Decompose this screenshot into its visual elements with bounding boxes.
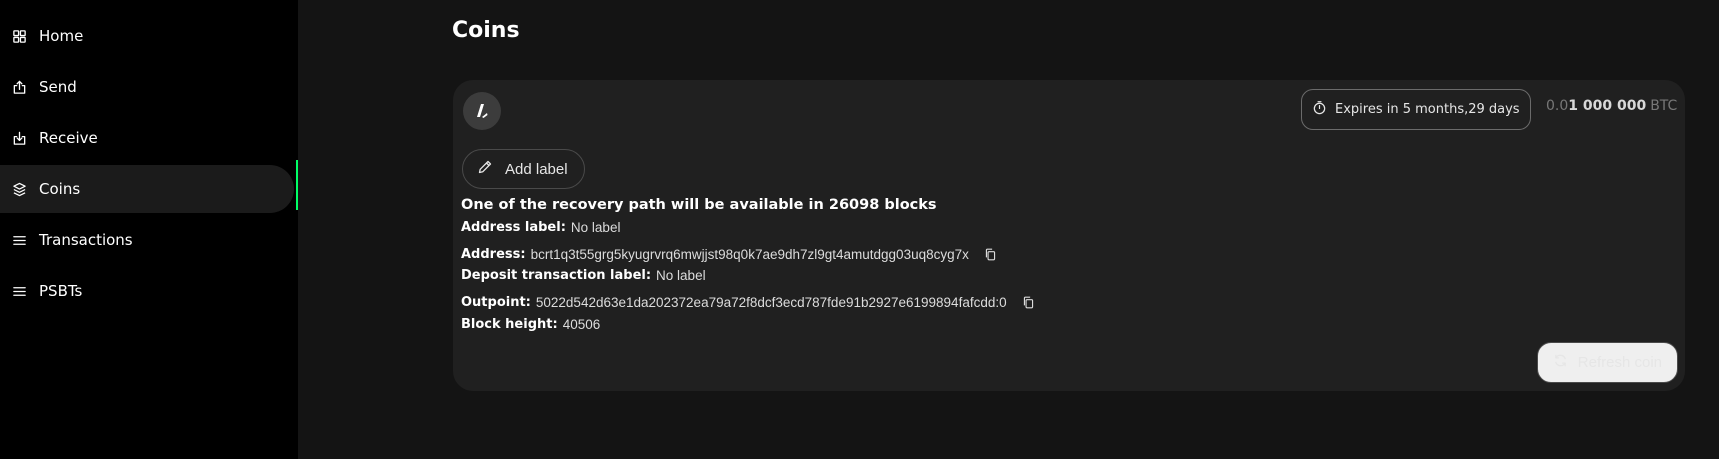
sidebar-item-coins[interactable]: Coins (0, 165, 294, 213)
expiry-text: Expires in 5 months,29 days (1335, 102, 1520, 117)
sidebar-item-label: Coins (39, 180, 81, 198)
add-label-button[interactable]: Add label (462, 149, 585, 189)
copy-address-icon[interactable] (980, 244, 1002, 264)
block-height-key: Block height: (461, 317, 558, 332)
address-key: Address: (461, 246, 526, 262)
sidebar-item-label: Transactions (39, 231, 133, 249)
expiry-badge: Expires in 5 months,29 days (1301, 89, 1531, 130)
receive-icon (12, 131, 27, 146)
grid-icon (12, 29, 27, 44)
wallet-logo-icon (463, 92, 501, 130)
amount-strong-part: 1 000 000 (1568, 98, 1647, 114)
copy-outpoint-icon[interactable] (1018, 292, 1040, 312)
address-row: Address: bcrt1q3t55grg5kyugrvrq6mwjjst98… (461, 244, 1002, 264)
refresh-icon (1553, 353, 1568, 372)
address-value: bcrt1q3t55grg5kyugrvrq6mwjjst98q0k7ae9dh… (530, 246, 969, 262)
coin-amount: 0.01 000 000 BTC (1546, 98, 1677, 114)
recovery-message: One of the recovery path will be availab… (461, 197, 937, 213)
sidebar-item-label: Receive (39, 129, 98, 147)
sidebar-item-label: PSBTs (39, 282, 83, 300)
outpoint-value: 5022d542d63e1da202372ea79a72f8dcf3ecd787… (535, 294, 1007, 310)
pencil-icon (477, 159, 493, 179)
sidebar-item-home[interactable]: Home (0, 12, 294, 60)
refresh-coin-text: Refresh coin (1577, 354, 1662, 371)
amount-unit: BTC (1650, 98, 1678, 114)
address-label-value: No label (570, 220, 621, 235)
address-label-row: Address label: No label (461, 220, 620, 235)
sidebar-item-psbts[interactable]: PSBTs (0, 267, 294, 315)
address-label-key: Address label: (461, 220, 566, 235)
sidebar-item-transactions[interactable]: Transactions (0, 216, 294, 264)
timer-icon (1312, 100, 1327, 119)
block-height-row: Block height: 40506 (461, 317, 600, 332)
sidebar: Home Send Receive Coins Transactions PSB… (0, 0, 298, 459)
app-window: Home Send Receive Coins Transactions PSB… (0, 0, 1719, 459)
amount-dim-part: 0.0 (1546, 98, 1569, 114)
page-title: Coins (452, 18, 520, 43)
refresh-coin-button[interactable]: Refresh coin (1536, 342, 1678, 383)
list-icon (12, 233, 27, 248)
sidebar-item-receive[interactable]: Receive (0, 114, 294, 162)
list-icon (12, 284, 27, 299)
deposit-label-key: Deposit transaction label: (461, 268, 652, 283)
deposit-label-value: No label (656, 268, 706, 283)
outpoint-row: Outpoint: 5022d542d63e1da202372ea79a72f8… (461, 292, 1040, 312)
add-label-text: Add label (505, 160, 568, 178)
sidebar-item-label: Home (39, 27, 84, 45)
coin-card[interactable]: Expires in 5 months,29 days 0.01 000 000… (453, 80, 1685, 391)
block-height-value: 40506 (562, 317, 601, 332)
coins-icon (12, 182, 27, 197)
deposit-label-row: Deposit transaction label: No label (461, 268, 706, 283)
main-content: Coins Expires in 5 months,29 days 0.01 0… (298, 0, 1719, 459)
sidebar-item-label: Send (39, 78, 77, 96)
sidebar-item-send[interactable]: Send (0, 63, 294, 111)
outpoint-key: Outpoint: (461, 294, 531, 310)
send-icon (12, 80, 27, 95)
